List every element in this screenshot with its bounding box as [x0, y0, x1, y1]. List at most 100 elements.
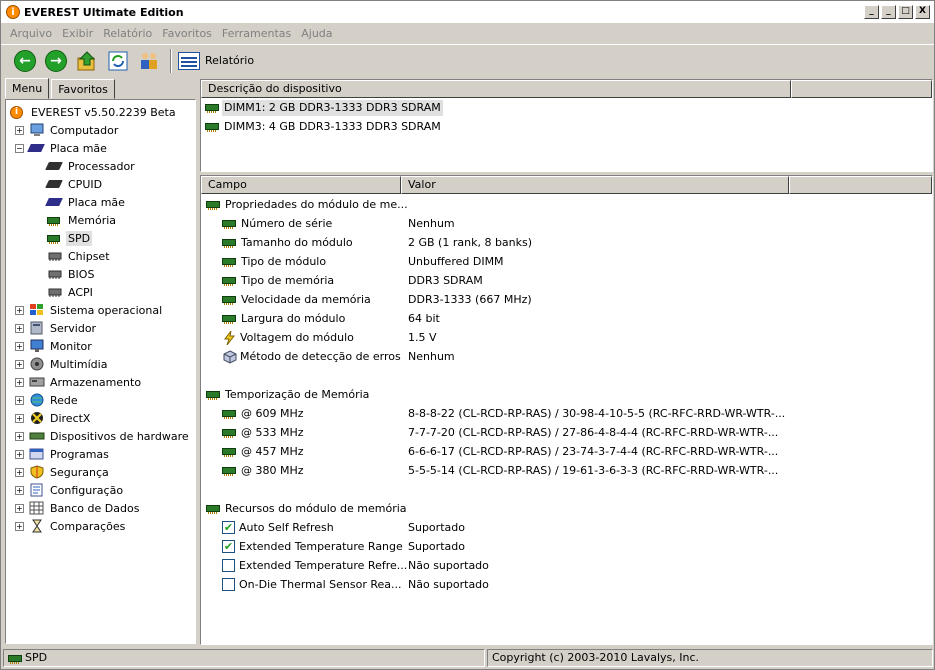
property-row[interactable]: Tipo de módulo Unbuffered DIMM — [201, 252, 932, 271]
tree-item[interactable]: + Monitor — [6, 337, 195, 355]
tree-item[interactable]: + Programas — [6, 445, 195, 463]
expand-icon[interactable]: + — [15, 413, 24, 423]
tree-item[interactable]: CPUID — [6, 175, 195, 193]
forward-button[interactable]: → — [44, 49, 68, 73]
device-description-column-header[interactable]: Descrição do dispositivo — [201, 80, 791, 98]
tree-item[interactable]: + Servidor — [6, 319, 195, 337]
menu-ferramentas[interactable]: Ferramentas — [222, 27, 291, 40]
tree-item[interactable]: + DirectX — [6, 409, 195, 427]
status-copyright: Copyright (c) 2003-2010 Lavalys, Inc. — [492, 651, 699, 664]
expand-icon[interactable]: + — [15, 485, 24, 495]
up-button[interactable] — [75, 49, 99, 73]
memory-icon — [222, 315, 239, 324]
menu-ajuda[interactable]: Ajuda — [301, 27, 332, 40]
field-column-header[interactable]: Campo — [201, 176, 401, 194]
property-row[interactable]: Velocidade da memória DDR3-1333 (667 MHz) — [201, 290, 932, 309]
shield-icon — [29, 465, 45, 479]
tree-item[interactable]: SPD — [6, 229, 195, 247]
property-row[interactable]: Largura do módulo 64 bit — [201, 309, 932, 328]
tree-item[interactable]: i EVEREST v5.50.2239 Beta — [6, 103, 195, 121]
device-row[interactable]: DIMM3: 4 GB DDR3-1333 DDR3 SDRAM — [201, 117, 932, 136]
tree-item[interactable]: + Multimídia — [6, 355, 195, 373]
tab-menu[interactable]: Menu — [5, 78, 50, 99]
property-row[interactable]: ✔ Auto Self Refresh Suportado — [201, 518, 932, 537]
property-group-row[interactable]: Temporização de Memória — [201, 385, 932, 404]
minimize-button[interactable]: _ — [881, 5, 896, 19]
title-bar[interactable]: i EVEREST Ultimate Edition _ _ □ X — [1, 1, 934, 23]
menu-relatorio[interactable]: Relatório — [103, 27, 152, 40]
property-value: DDR3 SDRAM — [408, 274, 483, 287]
tree-item[interactable]: Memória — [6, 211, 195, 229]
property-field-label: Auto Self Refresh — [239, 521, 334, 534]
tree-item[interactable]: Processador — [6, 157, 195, 175]
property-row[interactable]: On-Die Thermal Sensor Rea... Não suportad… — [201, 575, 932, 594]
expand-icon[interactable]: + — [15, 395, 24, 405]
tree-item[interactable]: + Comparações — [6, 517, 195, 535]
expand-icon[interactable]: + — [15, 341, 24, 351]
menu-exibir[interactable]: Exibir — [62, 27, 93, 40]
refresh-button[interactable] — [106, 49, 130, 73]
property-row[interactable]: @ 609 MHz 8-8-8-22 (CL-RCD-RP-RAS) / 30-9… — [201, 404, 932, 423]
expand-icon[interactable]: + — [15, 467, 24, 477]
property-row[interactable]: Extended Temperature Refre... Não suporta… — [201, 556, 932, 575]
property-group-row[interactable]: Recursos do módulo de memória — [201, 499, 932, 518]
tree-item[interactable]: + Segurança — [6, 463, 195, 481]
back-button[interactable]: ← — [13, 49, 37, 73]
expand-icon[interactable]: + — [15, 323, 24, 333]
properties-extra-column-header[interactable] — [789, 176, 932, 194]
tree-item[interactable]: + Rede — [6, 391, 195, 409]
computer-icon — [29, 123, 45, 137]
property-row[interactable]: Tipo de memória DDR3 SDRAM — [201, 271, 932, 290]
tree-item-label: EVEREST v5.50.2239 Beta — [31, 105, 176, 119]
expand-icon[interactable]: + — [15, 521, 24, 531]
users-button[interactable] — [137, 49, 161, 73]
property-field: @ 380 MHz — [222, 464, 304, 477]
tree-item[interactable]: − Placa mãe — [6, 139, 195, 157]
expand-icon[interactable]: + — [15, 449, 24, 459]
expand-icon[interactable]: + — [15, 359, 24, 369]
property-row[interactable]: Número de série Nenhum — [201, 214, 932, 233]
tree-item[interactable]: + Configuração — [6, 481, 195, 499]
collapse-icon[interactable]: − — [15, 143, 24, 153]
expand-icon[interactable]: + — [15, 125, 24, 135]
tree-item[interactable]: + Sistema operacional — [6, 301, 195, 319]
checked-checkbox-icon: ✔ — [222, 521, 235, 534]
close-button[interactable]: X — [915, 5, 930, 19]
tree-item[interactable]: + Computador — [6, 121, 195, 139]
menu-arquivo[interactable]: Arquivo — [10, 27, 52, 40]
tree-item[interactable]: BIOS — [6, 265, 195, 283]
tab-favoritos[interactable]: Favoritos — [51, 79, 115, 99]
tree-item[interactable]: ACPI — [6, 283, 195, 301]
device-row[interactable]: DIMM1: 2 GB DDR3-1333 DDR3 SDRAM — [201, 98, 932, 117]
refresh-icon — [108, 51, 128, 70]
menu-favoritos[interactable]: Favoritos — [162, 27, 212, 40]
property-row[interactable]: @ 380 MHz 5-5-5-14 (CL-RCD-RP-RAS) / 19-6… — [201, 461, 932, 480]
property-row[interactable]: Voltagem do módulo 1.5 V — [201, 328, 932, 347]
property-row[interactable]: ✔ Extended Temperature Range Suportado — [201, 537, 932, 556]
expand-icon[interactable]: + — [15, 503, 24, 513]
tree-item[interactable]: + Armazenamento — [6, 373, 195, 391]
property-field: Tipo de memória — [222, 274, 334, 287]
property-row[interactable]: @ 533 MHz 7-7-7-20 (CL-RCD-RP-RAS) / 27-8… — [201, 423, 932, 442]
property-row[interactable]: Tamanho do módulo 2 GB (1 rank, 8 banks) — [201, 233, 932, 252]
memory-icon — [222, 239, 239, 248]
report-button[interactable]: Relatório — [178, 51, 254, 70]
tree-item[interactable]: Placa mãe — [6, 193, 195, 211]
tree-item[interactable]: Chipset — [6, 247, 195, 265]
expand-icon[interactable]: + — [15, 431, 24, 441]
window-controls: _ _ □ X — [862, 5, 930, 19]
value-column-header[interactable]: Valor — [401, 176, 789, 194]
device-extra-column-header[interactable] — [791, 80, 932, 98]
expand-icon[interactable]: + — [15, 305, 24, 315]
tree-item[interactable]: + Dispositivos de hardware — [6, 427, 195, 445]
chip-icon — [47, 267, 63, 281]
tree-item[interactable]: + Banco de Dados — [6, 499, 195, 517]
extra-minimize-button[interactable]: _ — [864, 5, 879, 19]
property-row[interactable]: Método de detecção de erros Nenhum — [201, 347, 932, 366]
property-field: Extended Temperature Refre... — [222, 559, 407, 572]
expand-icon[interactable]: + — [15, 377, 24, 387]
tree-item-label: DirectX — [50, 411, 91, 425]
property-group-row[interactable]: Propriedades do módulo de me... — [201, 195, 932, 214]
restore-button[interactable]: □ — [898, 5, 913, 19]
property-row[interactable]: @ 457 MHz 6-6-6-17 (CL-RCD-RP-RAS) / 23-7… — [201, 442, 932, 461]
